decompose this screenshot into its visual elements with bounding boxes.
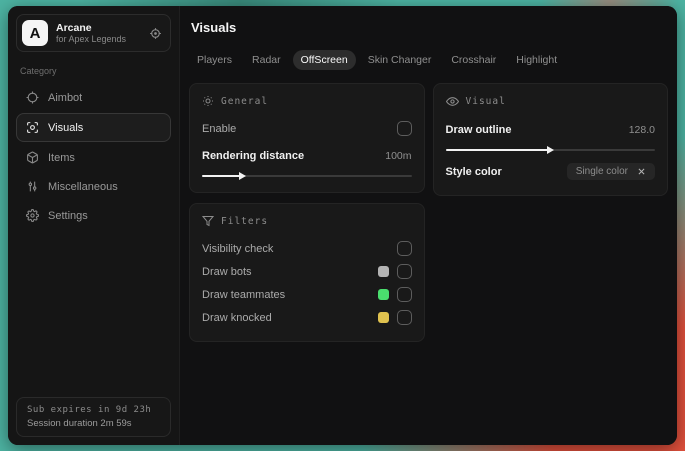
close-icon[interactable] [637, 167, 646, 176]
enable-checkbox[interactable] [396, 121, 412, 136]
draw-knocked-checkbox[interactable] [396, 310, 412, 325]
app-logo-card: A Arcane for Apex Legends [16, 14, 171, 52]
app-name: Arcane [56, 21, 92, 34]
rendering-distance-value: 100m [385, 149, 412, 162]
draw-outline-value: 128.0 [628, 123, 655, 136]
sun-icon [202, 95, 214, 107]
visibility-check-checkbox[interactable] [396, 241, 412, 256]
sidebar-item-miscellaneous[interactable]: Miscellaneous [16, 173, 171, 200]
style-color-select[interactable]: Single color [566, 163, 655, 180]
tab-radar[interactable]: Radar [244, 50, 289, 70]
style-color-value: Single color [575, 166, 628, 177]
draw-bots-label: Draw bots [202, 265, 252, 278]
tab-players[interactable]: Players [189, 50, 240, 70]
visibility-check-label: Visibility check [202, 242, 274, 255]
app-identity: Arcane for Apex Legends [56, 22, 141, 44]
slider-fill[interactable] [445, 145, 555, 154]
draw-outline-label: Draw outline [445, 123, 512, 136]
main-content: Visuals Players Radar OffScreen Skin Cha… [180, 6, 677, 445]
rendering-distance-slider[interactable] [202, 171, 412, 180]
draw-bots-checkbox[interactable] [396, 264, 412, 279]
panel-title: General [221, 95, 269, 107]
sidebar-item-visuals[interactable]: Visuals [16, 113, 171, 142]
crosshair-icon [26, 91, 39, 104]
draw-knocked-color-swatch[interactable] [377, 312, 389, 323]
target-icon[interactable] [149, 27, 162, 40]
sidebar: A Arcane for Apex Legends Category Aimbo… [8, 6, 180, 445]
sliders-icon [26, 180, 39, 193]
eye-icon [445, 95, 459, 108]
package-icon [26, 151, 39, 164]
rendering-distance-label: Rendering distance [202, 149, 305, 162]
draw-teammates-label: Draw teammates [202, 288, 286, 301]
app-window: A Arcane for Apex Legends Category Aimbo… [8, 6, 677, 445]
tab-offscreen[interactable]: OffScreen [292, 50, 356, 70]
sidebar-item-label: Miscellaneous [48, 180, 118, 193]
panel-title: Filters [221, 215, 269, 227]
draw-outline-slider[interactable] [445, 145, 655, 154]
draw-knocked-label: Draw knocked [202, 311, 272, 324]
page-title: Visuals [191, 20, 237, 35]
sidebar-nav: Aimbot Visuals Items Miscellaneous Setti… [16, 84, 171, 229]
style-color-label: Style color [445, 165, 502, 178]
gear-icon [26, 209, 39, 222]
panel-title: Visual [465, 96, 506, 107]
enable-label: Enable [202, 122, 237, 135]
filters-panel: Filters Visibility check Draw bots Draw … [189, 203, 425, 342]
right-column: Visual Draw outline 128.0 Style color Si… [432, 83, 668, 196]
scan-eye-icon [26, 121, 39, 134]
slider-fill[interactable] [202, 171, 246, 180]
sidebar-item-settings[interactable]: Settings [16, 202, 171, 229]
app-logo: A [22, 20, 48, 46]
session-duration-text: Session duration 2m 59s [27, 418, 132, 429]
sidebar-item-label: Aimbot [48, 91, 83, 104]
funnel-icon [202, 215, 214, 227]
left-column: General Enable Rendering distance 100m F… [189, 83, 425, 342]
tab-crosshair[interactable]: Crosshair [443, 50, 504, 70]
sidebar-item-label: Items [48, 151, 75, 164]
visual-panel: Visual Draw outline 128.0 Style color Si… [432, 83, 668, 196]
tab-skin-changer[interactable]: Skin Changer [360, 50, 440, 70]
sidebar-item-items[interactable]: Items [16, 144, 171, 171]
draw-teammates-checkbox[interactable] [396, 287, 412, 302]
sub-expires-text: Sub expires in 9d 23h [27, 405, 152, 415]
app-subtitle: for Apex Legends [56, 33, 127, 44]
subscription-info-box: Sub expires in 9d 23h Session duration 2… [16, 397, 171, 437]
tab-bar: Players Radar OffScreen Skin Changer Cro… [189, 50, 668, 70]
sidebar-item-label: Visuals [48, 121, 84, 134]
general-panel: General Enable Rendering distance 100m [189, 83, 425, 193]
sidebar-item-label: Settings [48, 209, 88, 222]
draw-teammates-color-swatch[interactable] [377, 289, 389, 300]
sidebar-item-aimbot[interactable]: Aimbot [16, 84, 171, 111]
draw-bots-color-swatch[interactable] [377, 266, 389, 277]
category-label: Category [20, 66, 57, 76]
tab-highlight[interactable]: Highlight [508, 50, 565, 70]
